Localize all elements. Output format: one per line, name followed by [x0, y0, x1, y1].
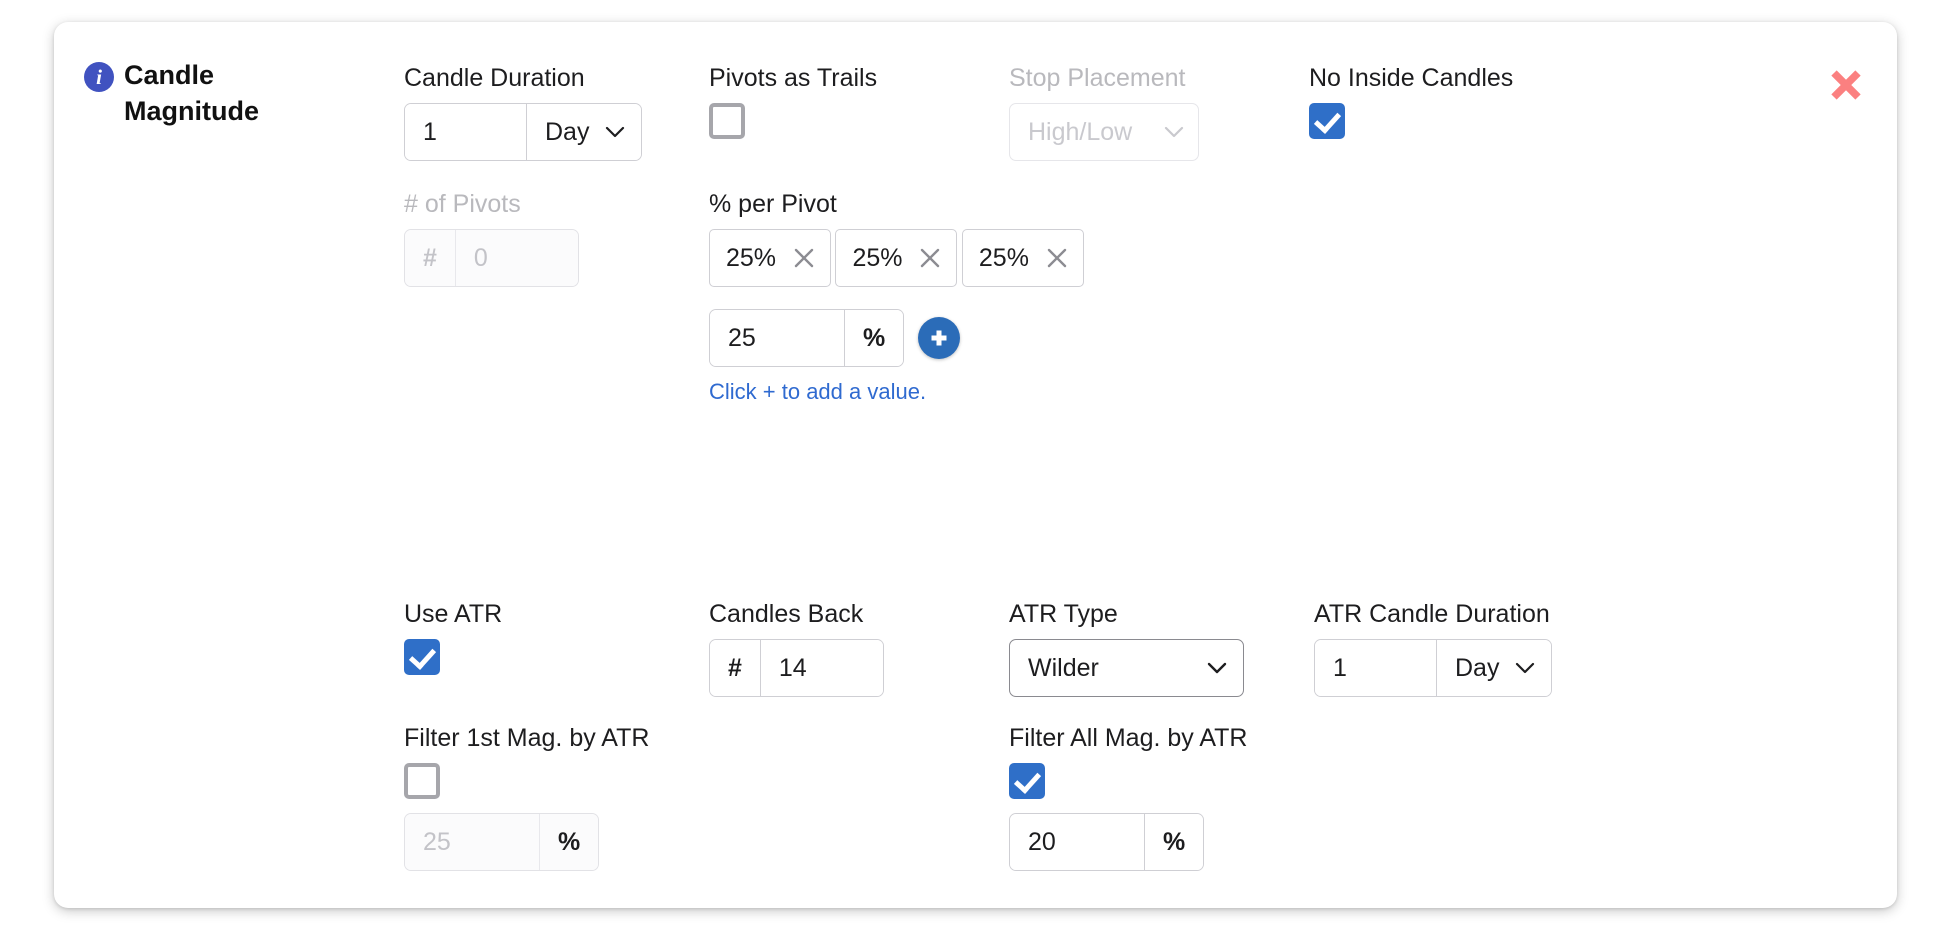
- close-icon[interactable]: [918, 246, 942, 270]
- atr-type-label: ATR Type: [1009, 600, 1118, 628]
- candle-duration-unit-select[interactable]: Day: [526, 104, 642, 160]
- num-pivots-hash-addon: #: [405, 230, 455, 286]
- percent-pivot-chip-value: 25%: [852, 243, 903, 272]
- filter-all-mag-percent-addon: %: [1144, 814, 1204, 870]
- num-pivots-input-group: # 0: [404, 229, 579, 287]
- atr-type-value: Wilder: [1028, 653, 1099, 682]
- percent-pivot-chip: 25%: [709, 229, 831, 287]
- use-atr-field: Use ATR: [404, 602, 502, 675]
- candle-duration-label: Candle Duration: [404, 64, 585, 92]
- percent-per-pivot-chip-list: 25% 25% 25%: [709, 229, 1084, 309]
- percent-pivot-chip: 25%: [835, 229, 958, 287]
- no-inside-candles-checkbox[interactable]: [1309, 103, 1345, 139]
- pivots-as-trails-field: Pivots as Trails: [709, 66, 877, 139]
- filter-all-mag-field: Filter All Mag. by ATR 20 %: [1009, 726, 1248, 871]
- atr-candle-duration-unit-value: Day: [1455, 653, 1500, 682]
- num-pivots-label: # of Pivots: [404, 190, 521, 218]
- filter-first-mag-checkbox[interactable]: [404, 763, 440, 799]
- info-icon[interactable]: i: [84, 62, 114, 92]
- chevron-down-icon: [1207, 662, 1227, 674]
- close-icon[interactable]: [1045, 246, 1069, 270]
- close-icon[interactable]: [792, 246, 816, 270]
- percent-per-pivot-label: % per Pivot: [709, 190, 837, 218]
- close-icon[interactable]: [1823, 62, 1869, 108]
- stop-placement-value: High/Low: [1028, 117, 1133, 146]
- percent-pivot-chip: 25%: [961, 229, 1084, 287]
- stop-placement-label: Stop Placement: [1009, 64, 1186, 92]
- panel-title-block: i Candle Magnitude: [84, 58, 334, 129]
- atr-candle-duration-unit-select[interactable]: Day: [1436, 640, 1552, 696]
- panel-title: Candle Magnitude: [124, 60, 259, 126]
- filter-first-mag-input-group: 25 %: [404, 813, 600, 871]
- atr-candle-duration-value[interactable]: 1: [1315, 640, 1436, 696]
- num-pivots-value: 0: [454, 230, 578, 286]
- atr-candle-duration-field: ATR Candle Duration 1 Day: [1314, 600, 1553, 697]
- use-atr-label: Use ATR: [404, 600, 503, 628]
- screen-root: i Candle Magnitude Candle Duration 1 Day…: [0, 0, 1938, 950]
- filter-first-mag-percent-addon: %: [539, 814, 599, 870]
- use-atr-checkbox[interactable]: [404, 639, 440, 675]
- no-inside-candles-field: No Inside Candles: [1309, 66, 1513, 139]
- pivots-as-trails-label: Pivots as Trails: [709, 64, 878, 92]
- no-inside-candles-label: No Inside Candles: [1309, 64, 1514, 92]
- stop-placement-field: Stop Placement High/Low: [1009, 66, 1199, 161]
- stop-placement-select: High/Low: [1009, 103, 1199, 161]
- atr-candle-duration-label: ATR Candle Duration: [1314, 600, 1550, 628]
- filter-first-mag-label: Filter 1st Mag. by ATR: [404, 724, 650, 752]
- candle-magnitude-panel: i Candle Magnitude Candle Duration 1 Day…: [54, 22, 1897, 908]
- atr-type-field: ATR Type Wilder: [1009, 602, 1244, 697]
- percent-suffix-addon: %: [844, 310, 904, 366]
- filter-all-mag-input-group[interactable]: 20 %: [1009, 813, 1205, 871]
- candles-back-hash-addon: #: [710, 640, 760, 696]
- pivots-as-trails-checkbox[interactable]: [709, 103, 745, 139]
- chevron-down-icon: [1164, 126, 1184, 138]
- candles-back-field: Candles Back # 14: [709, 602, 884, 697]
- num-pivots-field: # of Pivots # 0: [404, 192, 579, 287]
- candle-duration-field: Candle Duration 1 Day: [404, 64, 643, 161]
- candles-back-label: Candles Back: [709, 600, 864, 628]
- candle-duration-value[interactable]: 1: [405, 104, 526, 160]
- plus-icon: [928, 327, 950, 349]
- atr-candle-duration-input-group[interactable]: 1 Day: [1314, 639, 1553, 697]
- filter-all-mag-checkbox[interactable]: [1009, 763, 1045, 799]
- candle-duration-input-group[interactable]: 1 Day: [404, 103, 643, 161]
- candles-back-input-group[interactable]: # 14: [709, 639, 884, 697]
- percent-pivot-chip-value: 25%: [978, 243, 1029, 272]
- percent-per-pivot-input-group[interactable]: 25 %: [709, 309, 905, 367]
- filter-all-mag-value[interactable]: 20: [1010, 814, 1144, 870]
- candles-back-value[interactable]: 14: [759, 640, 883, 696]
- percent-pivot-chip-value: 25%: [726, 243, 777, 272]
- percent-per-pivot-input[interactable]: 25: [710, 310, 844, 366]
- candle-duration-unit-value: Day: [545, 117, 590, 146]
- chevron-down-icon: [1515, 662, 1535, 674]
- percent-per-pivot-add-row: 25 %: [709, 309, 1084, 367]
- filter-all-mag-label: Filter All Mag. by ATR: [1009, 724, 1248, 752]
- filter-first-mag-value: 25: [405, 814, 539, 870]
- percent-per-pivot-helper-text: Click + to add a value.: [709, 379, 927, 404]
- chevron-down-icon: [605, 126, 625, 138]
- add-pivot-value-button[interactable]: [918, 317, 961, 359]
- percent-per-pivot-field: % per Pivot 25% 25% 25% 25 % Click + to …: [709, 192, 1084, 405]
- atr-type-select[interactable]: Wilder: [1009, 639, 1244, 697]
- filter-first-mag-field: Filter 1st Mag. by ATR 25 %: [404, 726, 649, 871]
